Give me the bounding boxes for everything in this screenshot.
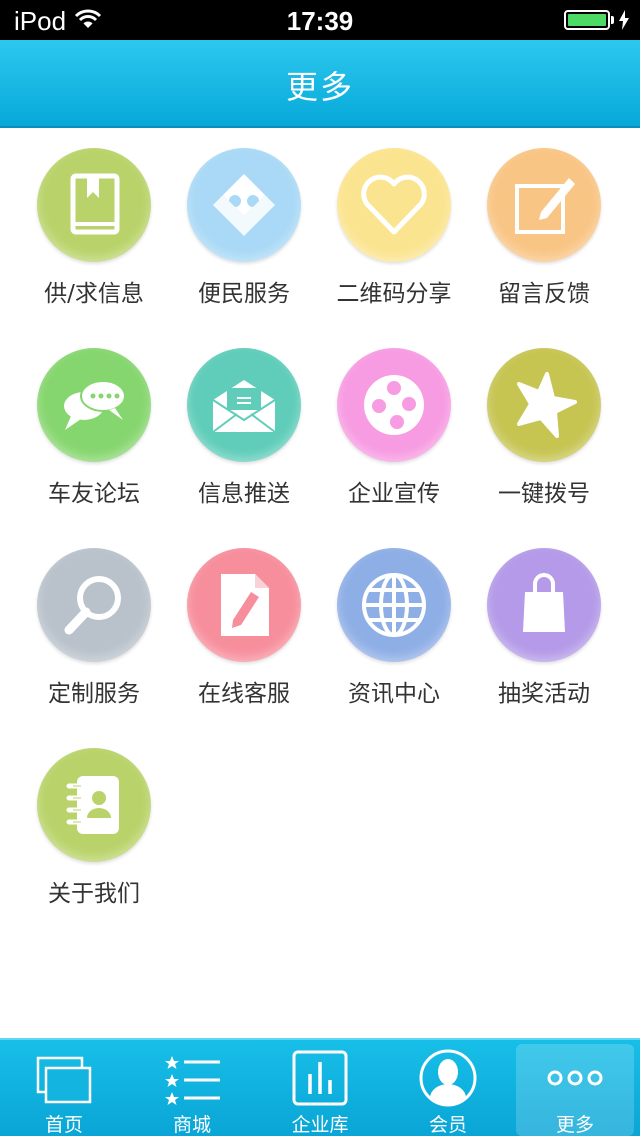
grid-item-label: 在线客服 — [198, 681, 290, 707]
page-title: 更多 — [285, 68, 354, 106]
chat-icon — [64, 380, 126, 430]
grid-circle — [187, 548, 301, 662]
tab-label: 商城 — [172, 1114, 211, 1136]
grid-circle — [487, 148, 601, 262]
globe-icon — [362, 573, 426, 637]
grid-circle — [37, 548, 151, 662]
grid-circle — [337, 548, 451, 662]
grid-item-label: 车友论坛 — [48, 481, 140, 507]
mail-icon — [212, 380, 276, 433]
star-icon — [517, 372, 577, 438]
grid-item-label: 信息推送 — [198, 481, 290, 507]
grid-circle — [187, 348, 301, 462]
grid-item-label: 资讯中心 — [348, 681, 440, 707]
grid-item-forum[interactable]: 车友论坛 — [19, 348, 169, 518]
grid-circle — [37, 148, 151, 262]
grid-item-label: 二维码分享 — [336, 281, 452, 307]
status-time: 17:39 — [286, 6, 354, 36]
grid-item-label: 供/求信息 — [44, 281, 144, 307]
book-icon — [70, 173, 120, 235]
bar-chart-icon — [292, 1050, 348, 1106]
grid-circle — [187, 148, 301, 262]
grid-item-feedback[interactable]: 留言反馈 — [469, 148, 619, 318]
grid-item-one-key-dial[interactable]: 一键拨号 — [469, 348, 619, 518]
grid-circle — [337, 348, 451, 462]
grid-item-label: 抽奖活动 — [498, 681, 590, 707]
grid-circle — [487, 548, 601, 662]
grid-item-about-us[interactable]: 关于我们 — [19, 748, 169, 918]
magnifier-icon — [64, 576, 121, 635]
tab-label: 企业库 — [291, 1114, 349, 1136]
grid-item-label: 便民服务 — [198, 281, 290, 307]
status-bar: iPod 17:39 — [0, 0, 640, 40]
grid-item-label: 企业宣传 — [348, 481, 440, 507]
grid-item-convenience[interactable]: 便民服务 — [169, 148, 319, 318]
contact-book-icon — [66, 776, 119, 834]
shopping-bag-icon — [523, 573, 565, 632]
edit-icon — [515, 178, 575, 234]
grid-item-custom-service[interactable]: 定制服务 — [19, 548, 169, 718]
star-list-icon — [165, 1056, 220, 1105]
tab-more[interactable]: 更多 — [516, 1044, 634, 1136]
grid-item-label: 定制服务 — [48, 681, 140, 707]
grid-item-label: 一键拨号 — [498, 481, 590, 507]
film-reel-icon — [364, 375, 424, 435]
tab-bar: 首页 商城 企业库 会员 更多 — [0, 1038, 640, 1136]
nav-bar: 更多 — [0, 40, 640, 128]
tab-mall[interactable]: 商城 — [128, 1040, 256, 1136]
grid-circle — [487, 348, 601, 462]
grid-item-lottery[interactable]: 抽奖活动 — [469, 548, 619, 718]
tab-enterprise[interactable]: 企业库 — [256, 1040, 384, 1136]
grid-item-push[interactable]: 信息推送 — [169, 348, 319, 518]
grid-item-qr-share[interactable]: 二维码分享 — [319, 148, 469, 318]
grid-item-label: 留言反馈 — [498, 281, 590, 307]
puzzle-icon — [213, 174, 275, 236]
grid-item-online-support[interactable]: 在线客服 — [169, 548, 319, 718]
charging-bolt-icon — [619, 10, 629, 30]
grid-circle — [37, 748, 151, 862]
grid-item-news-center[interactable]: 资讯中心 — [319, 548, 469, 718]
tab-member[interactable]: 会员 — [384, 1040, 512, 1136]
grid-circle — [37, 348, 151, 462]
more-dots-icon — [547, 1070, 603, 1086]
tab-home[interactable]: 首页 — [0, 1040, 128, 1136]
heart-icon — [361, 174, 427, 235]
tab-label: 首页 — [44, 1114, 83, 1136]
tab-label: 会员 — [428, 1114, 467, 1136]
document-pencil-icon — [221, 574, 269, 636]
grid-item-label: 关于我们 — [48, 881, 140, 907]
battery-icon — [564, 10, 610, 30]
user-avatar-icon — [419, 1049, 477, 1107]
tab-label: 更多 — [555, 1114, 594, 1136]
grid-item-supply-demand[interactable]: 供/求信息 — [19, 148, 169, 318]
home-windows-icon — [36, 1056, 92, 1104]
grid-circle — [337, 148, 451, 262]
grid-item-promotion[interactable]: 企业宣传 — [319, 348, 469, 518]
